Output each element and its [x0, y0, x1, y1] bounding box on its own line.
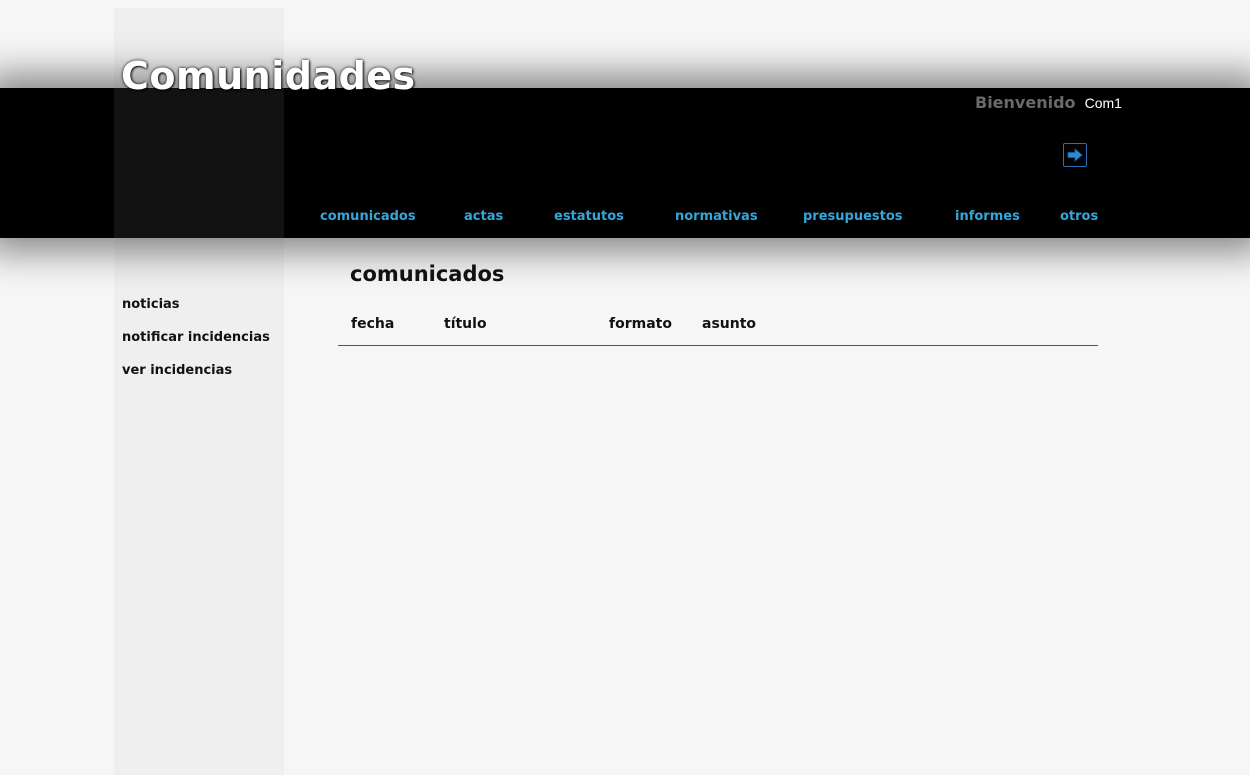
column-header-fecha: fecha	[351, 316, 395, 332]
header-sidebar-overlay	[114, 88, 284, 238]
nav-comunicados[interactable]: comunicados	[320, 208, 416, 226]
page-title: comunicados	[350, 262, 505, 286]
welcome-label: Bienvenido	[975, 93, 1076, 112]
site-title: Comunidades	[121, 54, 416, 98]
nav-presupuestos[interactable]: presupuestos	[803, 208, 903, 226]
column-header-asunto: asunto	[702, 316, 757, 332]
column-header-formato: formato	[609, 316, 672, 332]
sidebar-item-ver-incidencias[interactable]: ver incidencias	[122, 362, 232, 380]
nav-otros[interactable]: otros	[1060, 208, 1098, 226]
welcome-message: Bienvenido Com1	[975, 92, 1122, 114]
sidebar-item-noticias[interactable]: noticias	[122, 296, 180, 314]
nav-informes[interactable]: informes	[955, 208, 1020, 226]
nav-normativas[interactable]: normativas	[675, 208, 758, 226]
logout-button[interactable]	[1063, 143, 1087, 167]
sidebar-item-notificar-incidencias[interactable]: notificar incidencias	[122, 329, 270, 347]
username: Com1	[1084, 95, 1122, 111]
table-divider	[338, 345, 1098, 346]
arrow-right-icon	[1067, 148, 1083, 162]
nav-actas[interactable]: actas	[464, 208, 503, 226]
nav-estatutos[interactable]: estatutos	[554, 208, 624, 226]
column-header-titulo: título	[444, 316, 487, 332]
